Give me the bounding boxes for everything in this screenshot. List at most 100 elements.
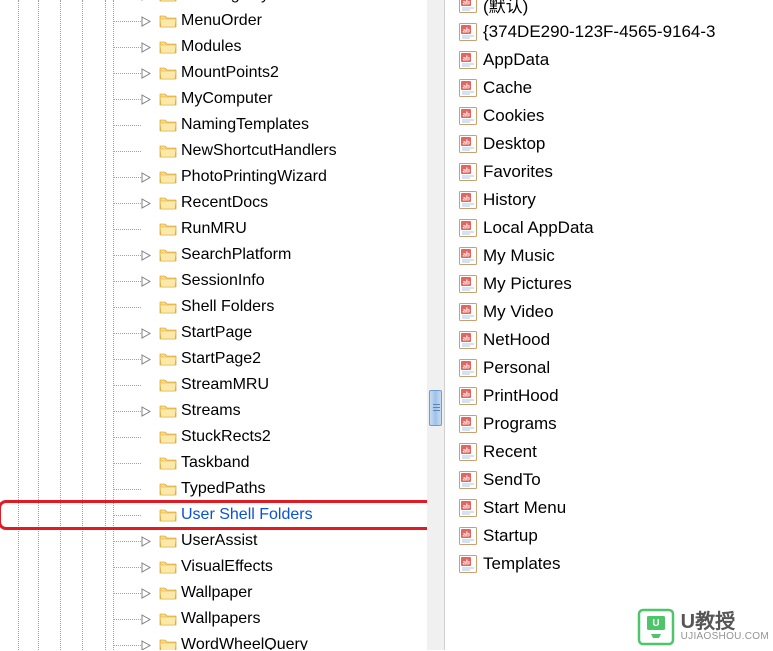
value-name-label: My Pictures: [483, 274, 572, 294]
tree-item[interactable]: Streams: [0, 398, 444, 424]
value-item[interactable]: My Music: [459, 242, 773, 270]
expand-icon[interactable]: [141, 276, 152, 287]
tree-connector: [113, 99, 141, 100]
folder-icon: [159, 533, 177, 549]
value-item[interactable]: PrintHood: [459, 382, 773, 410]
tree-item-label: LowRegistry: [181, 0, 269, 4]
value-item[interactable]: Cookies: [459, 102, 773, 130]
tree-connector: [113, 47, 141, 48]
tree-item[interactable]: PhotoPrintingWizard: [0, 164, 444, 190]
expand-icon[interactable]: [141, 640, 152, 650]
tree-item[interactable]: MountPoints2: [0, 60, 444, 86]
tree-scrollbar[interactable]: [427, 0, 444, 650]
folder-icon: [159, 247, 177, 263]
tree-item[interactable]: Wallpaper: [0, 580, 444, 606]
expand-icon[interactable]: [141, 198, 152, 209]
value-item[interactable]: Templates: [459, 550, 773, 578]
tree-item[interactable]: MenuOrder: [0, 8, 444, 34]
string-value-icon: [459, 135, 477, 153]
value-item[interactable]: (默认): [459, 0, 773, 18]
expand-icon[interactable]: [141, 588, 152, 599]
tree-item[interactable]: Shell Folders: [0, 294, 444, 320]
value-item[interactable]: Programs: [459, 410, 773, 438]
value-item[interactable]: Startup: [459, 522, 773, 550]
tree-item[interactable]: WordWheelQuery: [0, 632, 444, 650]
value-item[interactable]: Favorites: [459, 158, 773, 186]
value-item[interactable]: Personal: [459, 354, 773, 382]
value-name-label: PrintHood: [483, 386, 559, 406]
tree-item[interactable]: TypedPaths: [0, 476, 444, 502]
tree-item[interactable]: RecentDocs: [0, 190, 444, 216]
value-item[interactable]: Start Menu: [459, 494, 773, 522]
folder-icon: [159, 585, 177, 601]
expand-icon[interactable]: [141, 94, 152, 105]
value-item[interactable]: My Pictures: [459, 270, 773, 298]
tree-connector: [113, 489, 141, 490]
string-value-icon: [459, 51, 477, 69]
tree-item[interactable]: LowRegistry: [0, 0, 444, 8]
tree-item[interactable]: RunMRU: [0, 216, 444, 242]
expand-icon[interactable]: [141, 536, 152, 547]
folder-icon: [159, 637, 177, 650]
tree-item-label: WordWheelQuery: [181, 636, 308, 650]
value-item[interactable]: My Video: [459, 298, 773, 326]
string-value-icon: [459, 471, 477, 489]
tree-item[interactable]: NamingTemplates: [0, 112, 444, 138]
value-item[interactable]: Cache: [459, 74, 773, 102]
tree-item[interactable]: StreamMRU: [0, 372, 444, 398]
expand-icon[interactable]: [141, 614, 152, 625]
values-pane[interactable]: (默认){374DE290-123F-4565-9164-3AppDataCac…: [445, 0, 773, 638]
tree-connector: [113, 541, 141, 542]
tree-item-label: SearchPlatform: [181, 246, 291, 264]
expand-icon[interactable]: [141, 406, 152, 417]
value-name-label: Local AppData: [483, 218, 594, 238]
tree-item[interactable]: SessionInfo: [0, 268, 444, 294]
tree-item[interactable]: SearchPlatform: [0, 242, 444, 268]
tree-item[interactable]: StartPage2: [0, 346, 444, 372]
tree-item[interactable]: StartPage: [0, 320, 444, 346]
expand-icon[interactable]: [141, 16, 152, 27]
folder-icon: [159, 13, 177, 29]
value-item[interactable]: {374DE290-123F-4565-9164-3: [459, 18, 773, 46]
string-value-icon: [459, 23, 477, 41]
value-item[interactable]: Local AppData: [459, 214, 773, 242]
value-name-label: Start Menu: [483, 498, 566, 518]
tree-item[interactable]: StuckRects2: [0, 424, 444, 450]
string-value-icon: [459, 499, 477, 517]
tree-item[interactable]: User Shell Folders: [0, 502, 444, 528]
expand-icon[interactable]: [141, 250, 152, 261]
expand-icon[interactable]: [141, 0, 152, 1]
tree-item[interactable]: UserAssist: [0, 528, 444, 554]
tree-item[interactable]: VisualEffects: [0, 554, 444, 580]
tree-item[interactable]: Modules: [0, 34, 444, 60]
folder-icon: [159, 377, 177, 393]
folder-icon: [159, 117, 177, 133]
tree-item-label: User Shell Folders: [181, 506, 313, 524]
value-item[interactable]: Recent: [459, 438, 773, 466]
registry-tree[interactable]: LowRegistry MenuOrderModulesMountPoints2M…: [0, 0, 444, 650]
string-value-icon: [459, 527, 477, 545]
value-item[interactable]: AppData: [459, 46, 773, 74]
string-value-icon: [459, 387, 477, 405]
value-item[interactable]: Desktop: [459, 130, 773, 158]
expand-icon[interactable]: [141, 68, 152, 79]
tree-connector: [113, 255, 141, 256]
value-item[interactable]: SendTo: [459, 466, 773, 494]
tree-item[interactable]: Wallpapers: [0, 606, 444, 632]
value-item[interactable]: History: [459, 186, 773, 214]
string-value-icon: [459, 0, 477, 13]
tree-item[interactable]: MyComputer: [0, 86, 444, 112]
scrollbar-thumb[interactable]: [429, 390, 442, 426]
string-value-icon: [459, 107, 477, 125]
value-item[interactable]: NetHood: [459, 326, 773, 354]
watermark-text: U教授 UJIAOSHOU.COM: [681, 612, 769, 642]
tree-item[interactable]: NewShortcutHandlers: [0, 138, 444, 164]
expand-icon[interactable]: [141, 354, 152, 365]
tree-item-label: StartPage: [181, 324, 252, 342]
expand-icon[interactable]: [141, 328, 152, 339]
expand-icon[interactable]: [141, 562, 152, 573]
tree-item[interactable]: Taskband: [0, 450, 444, 476]
expand-icon[interactable]: [141, 172, 152, 183]
expand-icon[interactable]: [141, 42, 152, 53]
tree-connector: [113, 177, 141, 178]
